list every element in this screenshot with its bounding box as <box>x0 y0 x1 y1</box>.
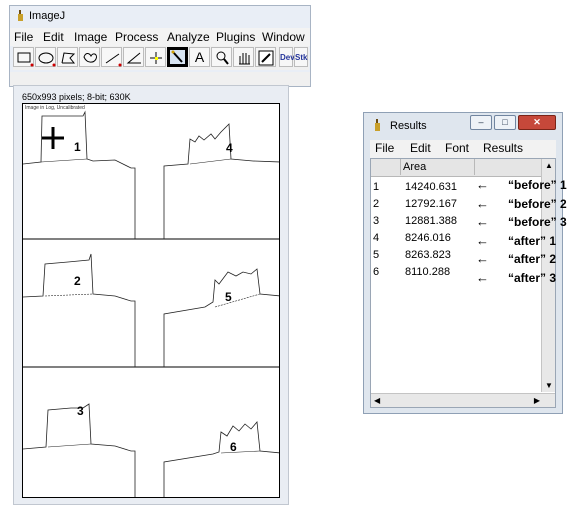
close-button[interactable]: ✕ <box>518 115 556 130</box>
imagej-status-bar <box>10 72 310 86</box>
row-index: 2 <box>373 198 380 210</box>
imagej-toolbar: A Dev Stk <box>13 46 309 70</box>
hand-tool-icon[interactable] <box>233 47 254 67</box>
menu-edit[interactable]: Edit <box>43 30 64 44</box>
menu-image[interactable]: Image <box>74 30 107 44</box>
annotation-before-2: “before” 2 <box>508 197 567 211</box>
text-tool-icon[interactable]: A <box>189 47 210 67</box>
roi-label-5: 5 <box>225 290 232 304</box>
results-menu-results[interactable]: Results <box>483 141 523 155</box>
oval-tool-icon[interactable] <box>35 47 56 67</box>
annotation-before-1: “before” 1 <box>508 178 567 192</box>
rectangle-tool-icon[interactable] <box>13 47 34 67</box>
row-area: 8110.288 <box>405 266 451 278</box>
crosshair-cursor-icon <box>42 127 64 149</box>
imagej-menubar: File Edit Image Process Analyze Plugins … <box>10 28 310 46</box>
imagej-window: ImageJ File Edit Image Process Analyze P… <box>9 5 311 87</box>
line-tool-icon[interactable] <box>101 47 122 67</box>
row-area: 12881.388 <box>405 215 457 227</box>
horizontal-scrollbar[interactable]: ◀ ▶ <box>371 393 555 407</box>
color-picker-icon[interactable] <box>255 47 276 67</box>
menu-analyze[interactable]: Analyze <box>167 30 210 44</box>
header-empty <box>475 159 541 175</box>
annotation-before-3: “before” 3 <box>508 215 567 229</box>
results-menubar: File Edit Font Results <box>370 140 556 158</box>
window-controls: – □ ✕ <box>470 115 556 133</box>
arrow-left-icon: ← <box>476 251 489 266</box>
scroll-right-icon[interactable]: ▶ <box>534 396 540 405</box>
image-info: 650x993 pixels; 8-bit; 630K <box>22 92 131 102</box>
imagej-title-bar[interactable]: ImageJ <box>16 10 65 22</box>
menu-window[interactable]: Window <box>262 30 305 44</box>
results-app-icon <box>375 119 380 131</box>
annotation-after-2: “after” 2 <box>508 252 557 266</box>
wand-tool-icon[interactable] <box>167 47 188 67</box>
imagej-app-icon <box>18 10 23 21</box>
point-tool-icon[interactable] <box>145 47 166 67</box>
row-index: 5 <box>373 249 380 261</box>
profile-plots <box>23 110 279 497</box>
arrow-left-icon: ← <box>476 214 489 229</box>
roi-label-4: 4 <box>226 141 233 155</box>
polygon-tool-icon[interactable] <box>57 47 78 67</box>
roi-label-2: 2 <box>74 274 81 288</box>
annotation-after-1: “after” 1 <box>508 234 557 248</box>
minimize-button[interactable]: – <box>470 115 492 130</box>
arrow-left-icon: ← <box>476 196 489 211</box>
menu-file[interactable]: File <box>14 30 33 44</box>
freehand-tool-icon[interactable] <box>79 47 100 67</box>
header-index <box>371 159 401 175</box>
row-area: 8263.823 <box>405 249 451 261</box>
maximize-button[interactable]: □ <box>494 115 516 130</box>
header-area[interactable]: Area <box>401 159 475 175</box>
menu-process[interactable]: Process <box>115 30 158 44</box>
image-canvas[interactable]: Image in Log, Uncalibrated 1 2 3 4 5 6 <box>22 103 280 498</box>
row-area: 8246.016 <box>405 232 451 244</box>
scroll-down-icon[interactable]: ▼ <box>545 381 553 390</box>
row-area: 14240.631 <box>405 181 457 193</box>
annotation-after-3: “after” 3 <box>508 271 557 285</box>
dev-button[interactable]: Dev <box>279 47 295 67</box>
magnifier-icon[interactable] <box>211 47 232 67</box>
row-index: 1 <box>373 181 380 193</box>
roi-label-3: 3 <box>77 404 84 418</box>
results-menu-font[interactable]: Font <box>445 141 469 155</box>
row-area: 12792.167 <box>405 198 457 210</box>
results-menu-file[interactable]: File <box>375 141 394 155</box>
row-index: 3 <box>373 215 380 227</box>
results-title: Results <box>390 120 427 132</box>
stk-button[interactable]: Stk <box>294 47 308 67</box>
row-index: 4 <box>373 232 380 244</box>
image-window: 650x993 pixels; 8-bit; 630K Image in Log… <box>13 85 289 505</box>
scroll-left-icon[interactable]: ◀ <box>374 396 380 405</box>
roi-label-6: 6 <box>230 440 237 454</box>
arrow-left-icon: ← <box>476 233 489 248</box>
angle-tool-icon[interactable] <box>123 47 144 67</box>
row-index: 6 <box>373 266 380 278</box>
results-menu-edit[interactable]: Edit <box>410 141 431 155</box>
results-header: Area <box>371 159 541 177</box>
arrow-left-icon: ← <box>476 177 489 192</box>
roi-label-1: 1 <box>74 140 81 154</box>
menu-plugins[interactable]: Plugins <box>216 30 255 44</box>
imagej-title: ImageJ <box>29 10 66 22</box>
scroll-up-icon[interactable]: ▲ <box>545 161 553 170</box>
arrow-left-icon: ← <box>476 270 489 285</box>
